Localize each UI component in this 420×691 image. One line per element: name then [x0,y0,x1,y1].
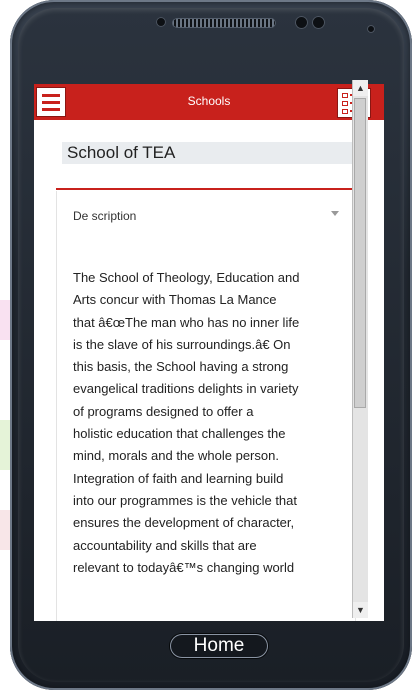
description-line: into our programmes is the vehicle that [73,492,297,508]
home-button[interactable]: Home [170,634,268,658]
app-screen: Schools School of TEA De scription The S… [34,84,384,621]
description-line: of programs designed to offer a [73,403,254,419]
description-line: mind, morals and the whole person. [73,448,279,464]
camera-lens [367,25,375,33]
school-name-field: School of TEA [62,142,354,164]
description-line: ensures the development of character, [73,515,295,531]
scrollbar[interactable]: ▲ ▼ [352,80,368,618]
description-line: Integration of faith and learning build [73,470,284,486]
proximity-sensor [312,16,325,29]
description-line: The School of Theology, Education and [73,270,300,285]
front-camera [295,16,308,29]
description-line: evangelical traditions delights in varie… [73,381,299,397]
description-line: Arts concur with Thomas La Mance [73,292,277,308]
scrollbar-thumb[interactable] [354,98,366,408]
chevron-down-icon[interactable] [331,211,339,216]
description-line: relevant to todayâ€™s changing world [73,559,295,575]
description-text: The School of Theology, Education and Ar… [73,267,343,579]
scroll-down-arrow-icon[interactable]: ▼ [353,602,368,618]
page-title: Schools [187,94,231,108]
description-heading[interactable]: De scription [73,209,136,223]
description-line: is the slave of his surroundings.â€ On [73,336,291,352]
earpiece-speaker [172,18,276,28]
scroll-up-arrow-icon[interactable]: ▲ [353,80,368,96]
sensor-dot [156,17,166,27]
description-panel: De scription The School of Theology, Edu… [56,191,356,621]
app-header: Schools [34,84,384,120]
section-divider [56,188,354,190]
description-line: this basis, the School having a strong [73,359,289,375]
description-line: that â€œThe man who has no inner life [73,314,300,330]
description-line: accountability and skills that are [73,537,257,553]
description-line: holistic education that challenges the [73,426,286,442]
